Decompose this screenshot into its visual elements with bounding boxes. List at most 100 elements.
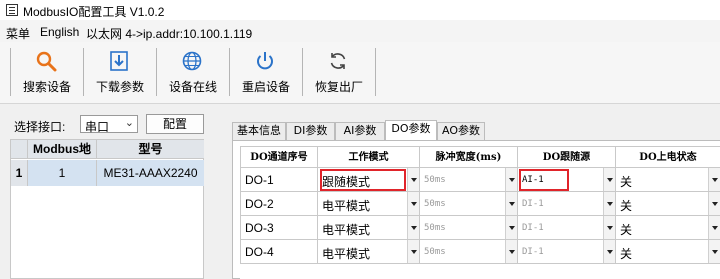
channel-cell: DO-3 bbox=[240, 216, 318, 240]
port-label: 选择接口: bbox=[14, 120, 66, 134]
source-cell[interactable]: DI-1 bbox=[518, 216, 616, 240]
column-header-power-on-state[interactable]: DO上电状态 bbox=[616, 146, 720, 168]
connection-info: 以太网 4->ip.addr:10.100.1.119 bbox=[86, 27, 253, 41]
search-device-label: 搜索设备 bbox=[22, 80, 71, 94]
column-header-address[interactable]: Modbus地址 bbox=[28, 140, 97, 174]
power-icon bbox=[257, 52, 273, 70]
pulse-cell[interactable]: 50ms bbox=[420, 216, 518, 240]
column-header-pulse-width[interactable]: 脉冲宽度(ms) bbox=[420, 146, 518, 168]
row-index[interactable]: 1 bbox=[11, 160, 28, 186]
device-online-button[interactable]: 设备在线 bbox=[157, 46, 229, 98]
download-params-label: 下载参数 bbox=[95, 80, 144, 94]
download-params-button[interactable]: 下载参数 bbox=[84, 46, 156, 98]
state-cell[interactable]: 关 bbox=[616, 216, 720, 240]
mode-cell[interactable]: 电平模式 bbox=[318, 240, 420, 264]
mode-value: 电平模式 bbox=[322, 223, 371, 237]
dropdown-arrow-icon[interactable] bbox=[603, 192, 615, 215]
tab-do-params[interactable]: DO参数 bbox=[385, 120, 437, 141]
window-title: ModbusIO配置工具 V1.0.2 bbox=[23, 5, 165, 19]
search-icon bbox=[36, 51, 57, 72]
tab-basic-info[interactable]: 基本信息 bbox=[232, 122, 286, 140]
dropdown-arrow-icon[interactable] bbox=[603, 168, 615, 191]
menu-item-menu[interactable]: 菜单 bbox=[6, 25, 30, 42]
factory-reset-label: 恢复出厂 bbox=[314, 80, 363, 94]
state-value: 关 bbox=[620, 223, 633, 237]
do-parameter-grid: DO通道序号 工作模式 脉冲宽度(ms) DO跟随源 DO上电状态 DO-1 跟… bbox=[240, 146, 720, 279]
source-value: DI-1 bbox=[522, 223, 544, 233]
column-header-model[interactable]: 型号 bbox=[97, 140, 204, 159]
dropdown-arrow-icon[interactable] bbox=[708, 192, 720, 215]
tab-ai-params[interactable]: AI参数 bbox=[335, 122, 385, 140]
mode-value: 电平模式 bbox=[322, 199, 371, 213]
column-header-mode[interactable]: 工作模式 bbox=[318, 146, 420, 168]
menu-bar: 菜单 English 以太网 4->ip.addr:10.100.1.119 bbox=[0, 20, 720, 42]
pulse-value: 50ms bbox=[424, 247, 446, 257]
refresh-icon bbox=[330, 53, 346, 69]
state-cell[interactable]: 关 bbox=[616, 168, 720, 192]
port-select-value: 串口 bbox=[85, 120, 110, 134]
mode-value: 电平模式 bbox=[322, 247, 371, 261]
tab-di-params[interactable]: DI参数 bbox=[286, 122, 335, 140]
state-value: 关 bbox=[620, 247, 633, 261]
dropdown-arrow-icon[interactable] bbox=[407, 168, 419, 191]
device-table: Modbus地址 型号 1 1 ME31-AAAX2240 bbox=[10, 139, 204, 279]
dropdown-arrow-icon[interactable] bbox=[708, 240, 720, 263]
device-model-cell[interactable]: ME31-AAAX2240 bbox=[97, 160, 204, 186]
port-select[interactable]: 串口 ⌄ bbox=[80, 115, 138, 134]
pulse-value: 50ms bbox=[424, 223, 446, 233]
app-icon bbox=[6, 4, 18, 16]
channel-cell: DO-4 bbox=[240, 240, 318, 264]
pulse-value: 50ms bbox=[424, 199, 446, 209]
source-value: DI-1 bbox=[522, 199, 544, 209]
channel-cell: DO-1 bbox=[240, 168, 318, 192]
pulse-value: 50ms bbox=[424, 175, 446, 185]
column-header-follow-source[interactable]: DO跟随源 bbox=[518, 146, 616, 168]
dropdown-arrow-icon[interactable] bbox=[708, 216, 720, 239]
restart-device-label: 重启设备 bbox=[241, 80, 290, 94]
channel-text: DO-2 bbox=[245, 197, 274, 211]
source-value: DI-1 bbox=[522, 247, 544, 257]
download-icon bbox=[110, 51, 128, 71]
toolbar: 搜索设备 下载参数 设备在线 重启设备 恢复出厂 bbox=[0, 42, 720, 104]
pulse-cell[interactable]: 50ms bbox=[420, 240, 518, 264]
dropdown-arrow-icon[interactable] bbox=[505, 240, 517, 263]
pulse-cell[interactable]: 50ms bbox=[420, 168, 518, 192]
dropdown-arrow-icon[interactable] bbox=[407, 192, 419, 215]
pulse-cell[interactable]: 50ms bbox=[420, 192, 518, 216]
table-corner bbox=[11, 140, 28, 159]
device-address-cell[interactable]: 1 bbox=[28, 160, 97, 186]
state-cell[interactable]: 关 bbox=[616, 240, 720, 264]
dropdown-arrow-icon[interactable] bbox=[603, 240, 615, 263]
toolbar-separator bbox=[375, 48, 376, 96]
dropdown-arrow-icon[interactable] bbox=[505, 168, 517, 191]
tab-ao-params[interactable]: AO参数 bbox=[437, 122, 485, 140]
device-online-label: 设备在线 bbox=[168, 80, 217, 94]
restart-device-button[interactable]: 重启设备 bbox=[230, 46, 302, 98]
source-cell[interactable]: DI-1 bbox=[518, 192, 616, 216]
highlight-box-source bbox=[519, 169, 569, 191]
highlight-box-mode bbox=[320, 169, 406, 191]
chevron-down-icon: ⌄ bbox=[124, 117, 134, 129]
search-device-button[interactable]: 搜索设备 bbox=[11, 46, 83, 98]
dropdown-arrow-icon[interactable] bbox=[407, 240, 419, 263]
dropdown-arrow-icon[interactable] bbox=[708, 168, 720, 191]
config-button[interactable]: 配置 bbox=[146, 114, 204, 134]
dropdown-arrow-icon[interactable] bbox=[505, 192, 517, 215]
factory-reset-button[interactable]: 恢复出厂 bbox=[303, 46, 375, 98]
state-cell[interactable]: 关 bbox=[616, 192, 720, 216]
channel-cell: DO-2 bbox=[240, 192, 318, 216]
source-cell[interactable]: DI-1 bbox=[518, 240, 616, 264]
channel-text: DO-4 bbox=[245, 245, 274, 259]
mode-cell[interactable]: 电平模式 bbox=[318, 216, 420, 240]
globe-icon bbox=[182, 51, 202, 71]
channel-text: DO-3 bbox=[245, 221, 274, 235]
channel-text: DO-1 bbox=[245, 173, 274, 187]
dropdown-arrow-icon[interactable] bbox=[505, 216, 517, 239]
mode-cell[interactable]: 电平模式 bbox=[318, 192, 420, 216]
dropdown-arrow-icon[interactable] bbox=[407, 216, 419, 239]
menu-item-english[interactable]: English bbox=[40, 25, 79, 39]
state-value: 关 bbox=[620, 199, 633, 213]
state-value: 关 bbox=[620, 175, 633, 189]
dropdown-arrow-icon[interactable] bbox=[603, 216, 615, 239]
column-header-channel[interactable]: DO通道序号 bbox=[240, 146, 318, 168]
